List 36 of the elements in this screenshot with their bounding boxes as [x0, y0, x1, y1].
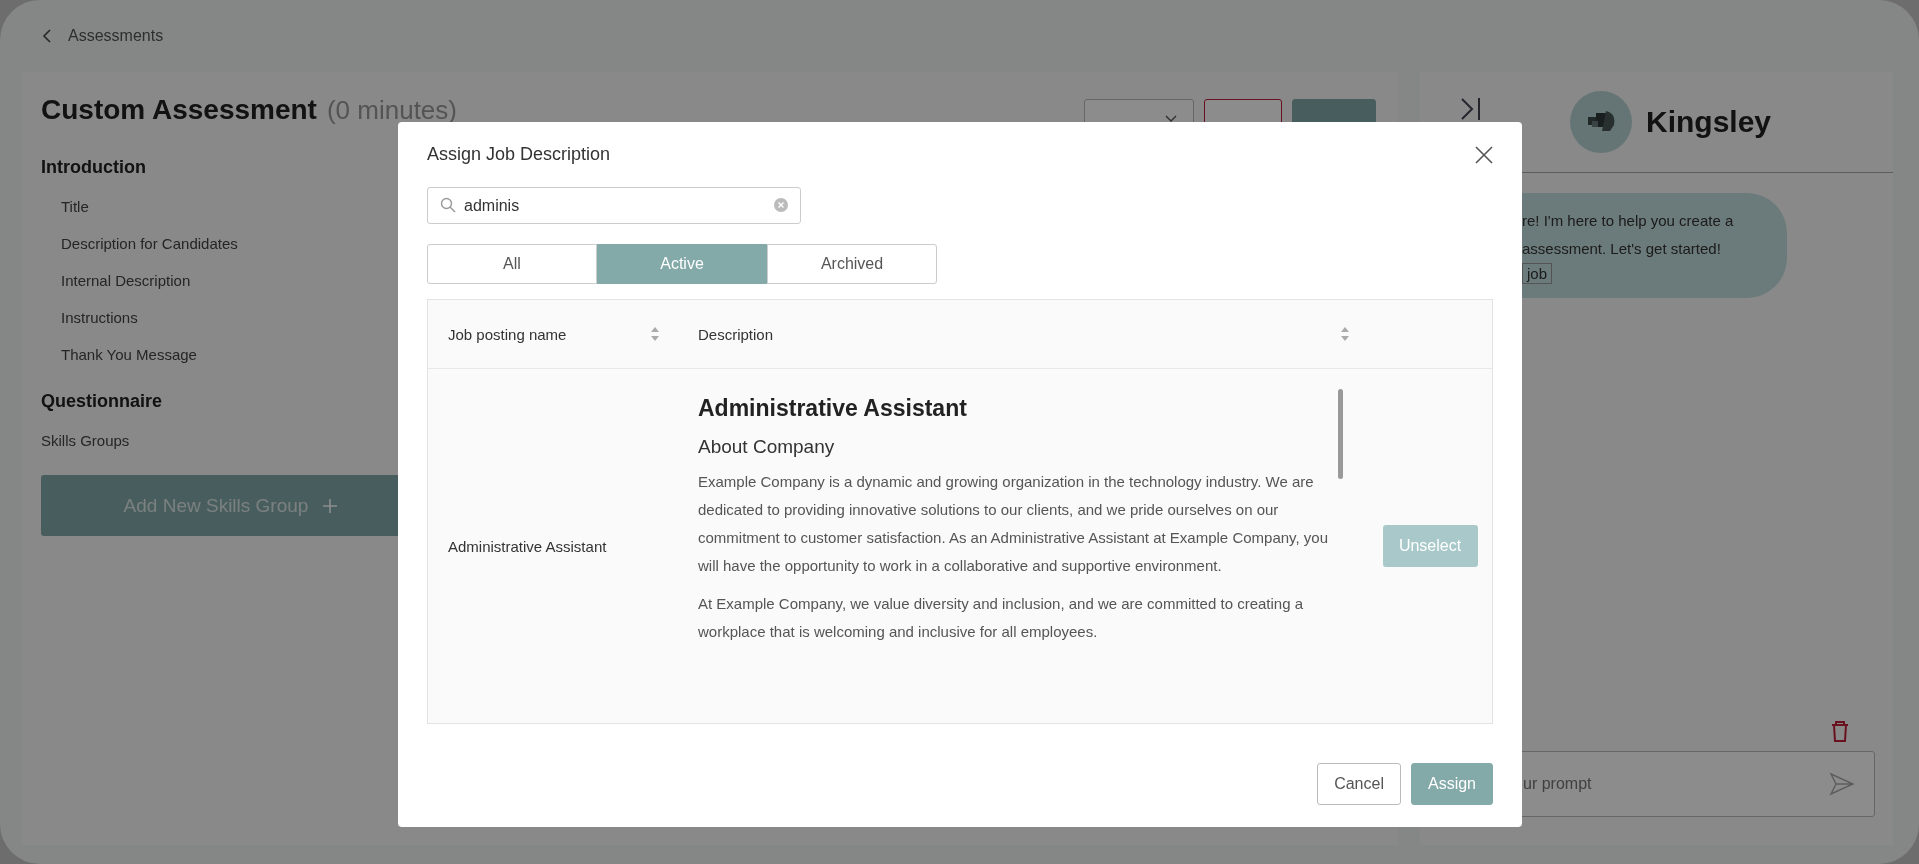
assessment-title: Custom Assessment	[41, 94, 317, 126]
dialog-title: Assign Job Description	[427, 144, 611, 165]
description-subheading: About Company	[698, 436, 836, 458]
outline-item[interactable]: Skills Groups	[41, 422, 130, 459]
breadcrumb-link[interactable]: Assessments	[68, 27, 164, 45]
cancel-button[interactable]: Cancel	[1317, 763, 1401, 805]
outline-item[interactable]: Title	[41, 188, 89, 225]
message-text: re! I'm here to help you create a	[1522, 211, 1735, 231]
column-header[interactable]: Description	[698, 325, 774, 343]
assistant-name: Kingsley	[1646, 105, 1772, 139]
chevron-icon	[1165, 115, 1177, 123]
outline-item[interactable]: Internal Description	[41, 262, 191, 299]
scrollbar-thumb[interactable]	[1338, 389, 1343, 479]
message-text: assessment. Let's get started!	[1522, 239, 1722, 259]
description-paragraph: At Example Company, we value diversity and inclusion, and we are committed to creating a workplace that is welcoming and inclusive for all employees.	[698, 594, 1305, 642]
filter-tab[interactable]: Active	[597, 244, 767, 284]
filter-tab[interactable]: Archived	[767, 244, 937, 284]
section-heading: Introduction	[41, 157, 146, 178]
outline-item[interactable]: Thank You Message	[41, 336, 197, 373]
collapse-panel-icon[interactable]	[1460, 96, 1482, 122]
column-header[interactable]: Job posting name	[448, 325, 567, 343]
description-heading: Administrative Assistant	[698, 395, 968, 422]
section-heading: Questionnaire	[41, 391, 163, 412]
close-icon[interactable]	[1475, 145, 1493, 164]
trash-icon[interactable]	[1829, 719, 1851, 743]
filter-tab[interactable]: All	[427, 244, 597, 284]
search-field[interactable]: adminis	[427, 187, 801, 224]
job-chip[interactable]: job	[1522, 263, 1553, 284]
assign-button[interactable]: Assign	[1410, 763, 1493, 805]
table-cell: Administrative Assistant	[448, 537, 607, 555]
plus-icon	[322, 497, 339, 514]
robot-avatar-icon	[1570, 91, 1632, 153]
description-paragraph: Example Company is a dynamic and growing organization in the technology industry. We are dedicated to providing innovative solutions to our clients, and we pride ourselves on our commitment to customer satisfaction. As an Administrative Assistant at Example Company, you will have the opportunity to work in a collaborative and supportive environment.	[698, 472, 1329, 576]
outline-item[interactable]: Instructions	[41, 299, 138, 336]
outline-item[interactable]: Description for Candidates	[41, 225, 238, 262]
back-icon[interactable]	[42, 28, 52, 44]
